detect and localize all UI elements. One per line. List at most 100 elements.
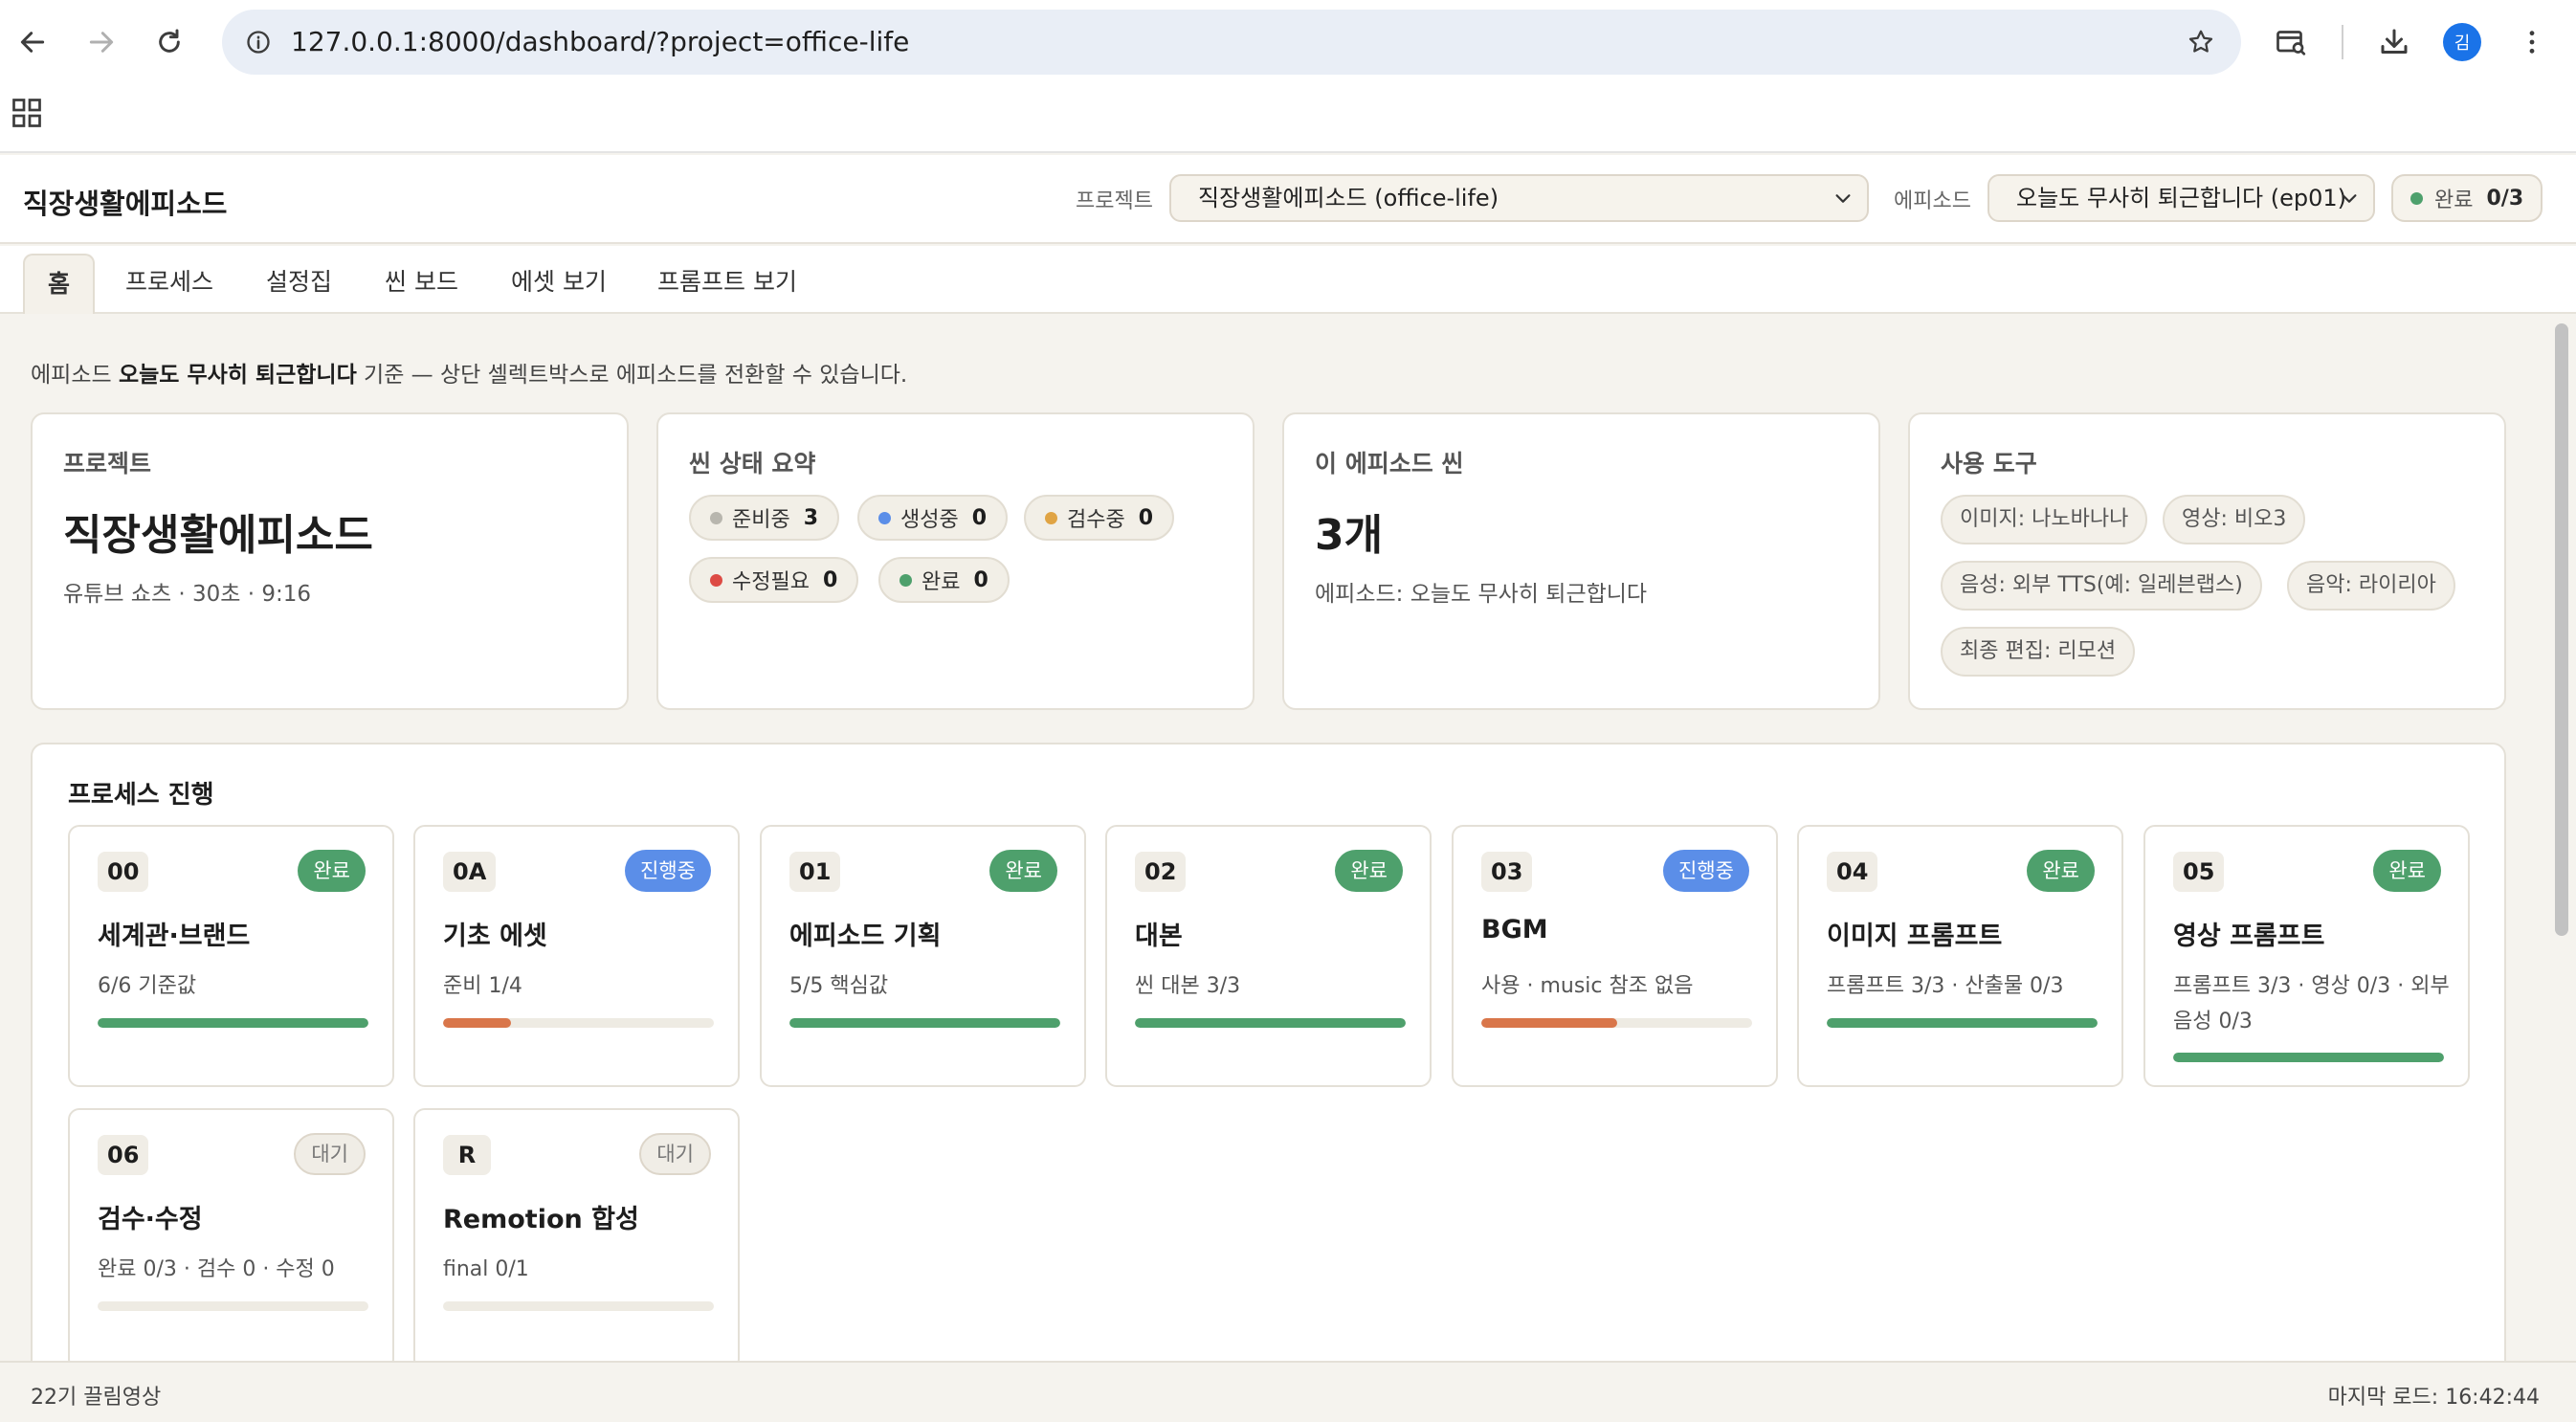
step-progress-fill bbox=[98, 1018, 368, 1028]
toolbar-divider bbox=[2342, 25, 2343, 59]
episode-select[interactable]: 오늘도 무사히 퇴근합니다 (ep01) bbox=[1988, 174, 2375, 222]
step-progress-bar bbox=[789, 1018, 1060, 1028]
step-name: 에피소드 기획 bbox=[789, 922, 942, 951]
card-title: 프로젝트 bbox=[63, 450, 152, 478]
status-dot bbox=[878, 511, 891, 524]
step-description: 준비 1/4 bbox=[443, 974, 522, 998]
reload-button[interactable] bbox=[148, 21, 190, 63]
downloads-button[interactable] bbox=[2373, 21, 2415, 63]
tab-assets[interactable]: 에셋 보기 bbox=[511, 254, 607, 314]
step-status-badge: 완료 bbox=[989, 850, 1057, 892]
chevron-down-icon bbox=[1835, 194, 1851, 203]
step-status-badge: 완료 bbox=[2027, 850, 2095, 892]
tool-pill-edit: 최종 편집: 리모션 bbox=[1941, 627, 2136, 677]
tool-pill-voice: 음성: 외부 TTS(예: 일레븐랩스) bbox=[1941, 561, 2262, 611]
status-dot bbox=[710, 573, 722, 587]
process-step-card[interactable]: 01 완료 에피소드 기획 5/5 핵심값 bbox=[760, 825, 1086, 1087]
apps-grid-icon[interactable] bbox=[10, 96, 44, 130]
step-progress-fill bbox=[1827, 1018, 2098, 1028]
tool-pill-image: 이미지: 나노바나나 bbox=[1941, 495, 2148, 544]
step-name: 이미지 프롬프트 bbox=[1827, 922, 2003, 951]
scene-status-card: 씬 상태 요약 준비중 3 생성중 0 검수중 0 수정필요 0 완료 0 bbox=[656, 412, 1255, 710]
step-name: 대본 bbox=[1135, 922, 1183, 951]
project-select-label: 프로젝트 bbox=[1076, 189, 1153, 213]
process-step-card[interactable]: 06 대기 검수·수정 완료 0/3 · 검수 0 · 수정 0 bbox=[68, 1108, 394, 1361]
step-status-badge: 진행중 bbox=[1663, 850, 1749, 892]
home-panel: 에피소드 오늘도 무사히 퇴근합니다 기준 — 상단 셀렉트박스로 에피소드를 … bbox=[0, 316, 2547, 1361]
step-progress-fill bbox=[789, 1018, 1060, 1028]
app-title: 직장생활에피소드 bbox=[23, 188, 228, 220]
search-tabs-button[interactable] bbox=[2270, 21, 2312, 63]
tab-settings-book[interactable]: 설정집 bbox=[266, 254, 332, 314]
step-code: 05 bbox=[2173, 852, 2225, 892]
step-progress-bar bbox=[98, 1018, 368, 1028]
step-status-badge: 완료 bbox=[298, 850, 366, 892]
tab-home[interactable]: 홈 bbox=[23, 254, 96, 314]
kebab-menu-icon bbox=[2529, 31, 2535, 54]
tab-bar: 홈 프로세스 설정집 씬 보드 에셋 보기 프롬프트 보기 bbox=[0, 246, 2576, 314]
forward-arrow-icon bbox=[89, 32, 114, 53]
step-status-badge: 대기 bbox=[294, 1133, 366, 1175]
project-format: 유튜브 쇼츠 · 30초 · 9:16 bbox=[63, 582, 312, 607]
tab-scene-board[interactable]: 씬 보드 bbox=[385, 254, 458, 314]
status-footer: 22기 끌림영상 마지막 로드: 16:42:44 bbox=[0, 1361, 2576, 1422]
status-dot bbox=[710, 511, 722, 524]
step-description: 프롬프트 3/3 · 산출물 0/3 bbox=[1827, 974, 2064, 998]
done-status-dot bbox=[2410, 191, 2423, 205]
step-progress-fill bbox=[1135, 1018, 1406, 1028]
chevron-down-icon bbox=[2342, 194, 2357, 203]
step-progress-fill bbox=[2173, 1053, 2444, 1062]
process-step-card[interactable]: 05 완료 영상 프롬프트 프롬프트 3/3 · 영상 0/3 · 외부 음성 0/3 bbox=[2143, 825, 2470, 1087]
process-step-card[interactable]: R 대기 Remotion 합성 final 0/1 bbox=[413, 1108, 740, 1361]
status-pill-reviewing: 검수중 0 bbox=[1024, 495, 1175, 541]
scrollbar-thumb[interactable] bbox=[2555, 323, 2568, 936]
step-progress-bar bbox=[1481, 1018, 1752, 1028]
project-select-value: 직장생활에피소드 (office-life) bbox=[1198, 185, 1499, 211]
episode-done-badge: 완료 0/3 bbox=[2391, 174, 2543, 222]
step-status-badge: 완료 bbox=[2373, 850, 2441, 892]
process-step-card[interactable]: 04 완료 이미지 프롬프트 프롬프트 3/3 · 산출물 0/3 bbox=[1797, 825, 2123, 1087]
profile-avatar[interactable]: 김 bbox=[2443, 23, 2481, 61]
process-step-card[interactable]: 03 진행중 BGM 사용 · music 참조 없음 bbox=[1452, 825, 1778, 1087]
step-code: R bbox=[443, 1135, 491, 1175]
process-step-card[interactable]: 02 완료대본씬 대본 3/3 bbox=[1105, 825, 1432, 1087]
card-title: 씬 상태 요약 bbox=[689, 450, 816, 478]
tools-card: 사용 도구 이미지: 나노바나나 영상: 비오3 음성: 외부 TTS(예: 일… bbox=[1908, 412, 2506, 710]
step-name: 검수·수정 bbox=[98, 1205, 203, 1234]
status-pill-done: 완료 0 bbox=[878, 557, 1010, 603]
process-step-card[interactable]: 00 완료 세계관·브랜드 6/6 기준값 bbox=[68, 825, 394, 1087]
back-arrow-icon bbox=[20, 32, 45, 53]
project-select[interactable]: 직장생활에피소드 (office-life) bbox=[1169, 174, 1869, 222]
step-code: 02 bbox=[1135, 852, 1187, 892]
episode-intro-text: 에피소드 오늘도 무사히 퇴근합니다 기준 — 상단 셀렉트박스로 에피소드를 … bbox=[31, 363, 908, 388]
process-section: 프로세스 진행 00 완료 세계관·브랜드 6/6 기준값 0A 진행중 기초 에셋 준비 1… bbox=[31, 743, 2506, 1361]
step-status-badge: 대기 bbox=[639, 1133, 711, 1175]
address-url[interactable]: 127.0.0.1:8000/dashboard/?project=office… bbox=[291, 10, 909, 75]
step-description: 씬 대본 3/3 bbox=[1135, 974, 1241, 998]
bookmark-star-icon[interactable] bbox=[2182, 23, 2220, 61]
process-step-card[interactable]: 0A 진행중 기초 에셋 준비 1/4 bbox=[413, 825, 740, 1087]
status-pill-needs-fix: 수정필요 0 bbox=[689, 557, 859, 603]
card-title: 이 에피소드 씬 bbox=[1315, 450, 1464, 478]
step-progress-bar bbox=[98, 1301, 368, 1311]
back-button[interactable] bbox=[11, 21, 54, 63]
step-name: 기초 에셋 bbox=[443, 922, 547, 951]
done-count: 0/3 bbox=[2486, 186, 2524, 211]
app-header: 직장생활에피소드 프로젝트 직장생활에피소드 (office-life) 에피소… bbox=[0, 155, 2576, 244]
tab-process[interactable]: 프로세스 bbox=[125, 254, 213, 314]
forward-button[interactable] bbox=[80, 21, 122, 63]
step-progress-bar bbox=[1135, 1018, 1406, 1028]
episode-scenes-card: 이 에피소드 씬 3개 에피소드: 오늘도 무사히 퇴근합니다 bbox=[1282, 412, 1880, 710]
step-progress-bar bbox=[2173, 1053, 2444, 1062]
address-bar[interactable]: 127.0.0.1:8000/dashboard/?project=office… bbox=[222, 10, 2241, 75]
project-name: 직장생활에피소드 bbox=[63, 511, 373, 560]
status-dot bbox=[899, 573, 912, 587]
site-info-icon[interactable] bbox=[239, 23, 278, 61]
browser-menu-button[interactable] bbox=[2511, 21, 2553, 63]
browser-toolbar: 127.0.0.1:8000/dashboard/?project=office… bbox=[0, 0, 2576, 153]
status-pill-preparing: 준비중 3 bbox=[689, 495, 840, 541]
tab-prompts[interactable]: 프롬프트 보기 bbox=[657, 254, 797, 314]
step-status-badge: 완료 bbox=[1335, 850, 1403, 892]
step-name: 세계관·브랜드 bbox=[98, 922, 251, 951]
status-dot bbox=[1045, 511, 1057, 524]
